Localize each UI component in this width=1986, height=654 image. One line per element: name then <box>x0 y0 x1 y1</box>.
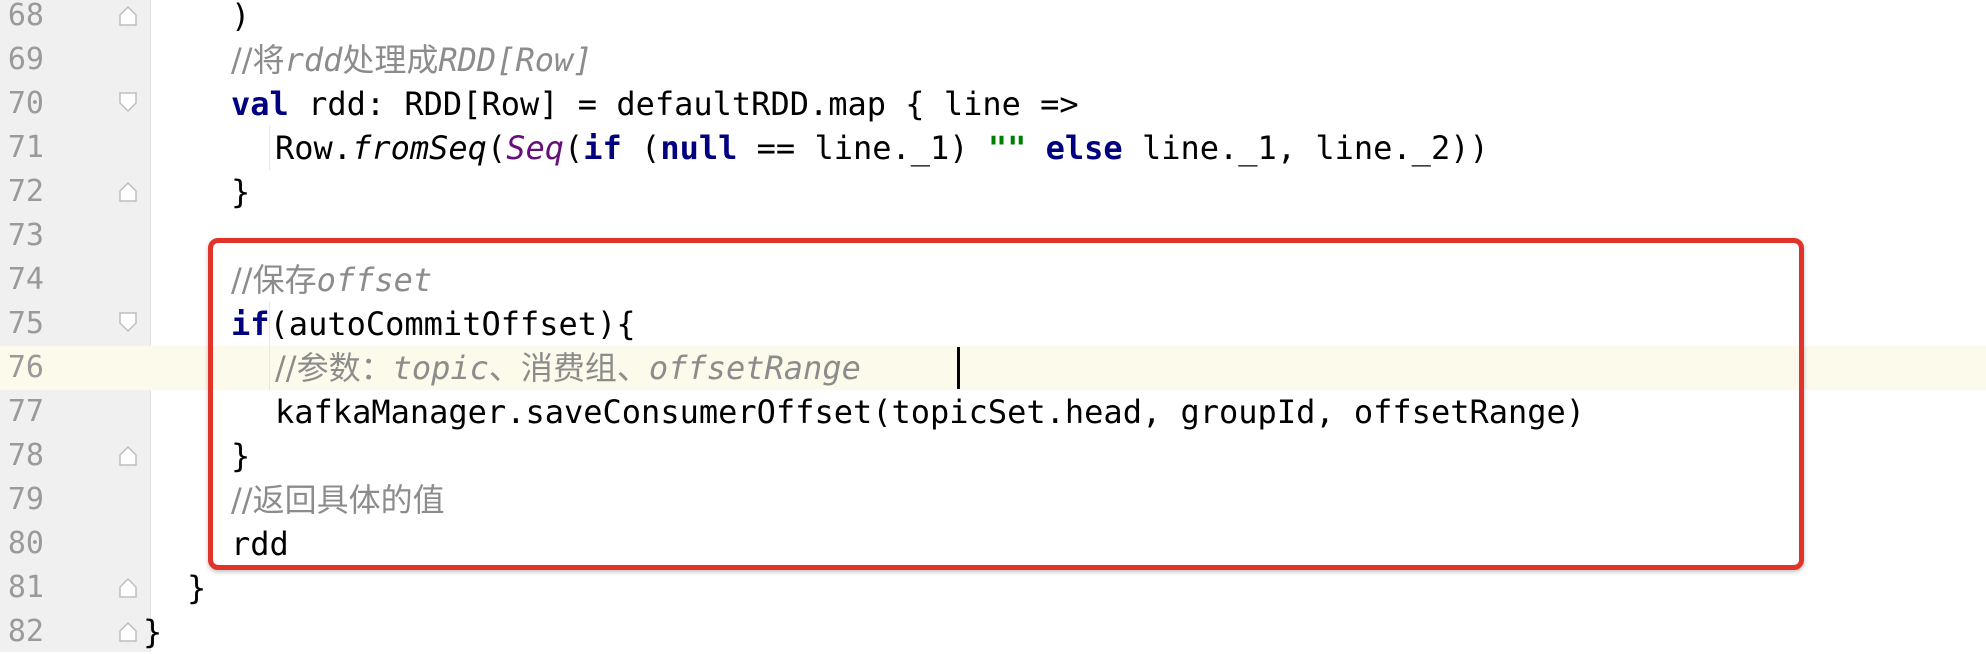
code-token: else <box>1045 129 1123 167</box>
code-line[interactable]: 68) <box>0 0 1986 38</box>
code-token: Seq <box>506 129 564 167</box>
indent-guide <box>269 126 270 170</box>
code-token: //将 <box>231 41 285 79</box>
code-token: Row. <box>275 129 353 167</box>
fold-start-icon[interactable] <box>118 89 138 117</box>
red-highlight-box <box>208 238 1804 570</box>
code-text[interactable]: } <box>187 566 206 610</box>
line-number: 71 <box>7 130 44 165</box>
line-number: 69 <box>7 42 44 77</box>
text-caret <box>957 347 960 389</box>
fold-end-icon[interactable] <box>118 441 138 469</box>
code-token: == line._1) <box>737 129 988 167</box>
code-token: ( <box>563 129 584 167</box>
line-number: 77 <box>7 394 44 429</box>
code-line[interactable]: 82} <box>0 610 1986 654</box>
line-number: 80 <box>7 526 44 561</box>
fold-end-icon[interactable] <box>118 177 138 205</box>
fold-start-icon[interactable] <box>118 309 138 337</box>
code-token: ) <box>231 0 251 35</box>
code-line[interactable]: 69 //将rdd处理成RDD[Row] <box>0 38 1986 82</box>
code-token: RDD[Row] <box>438 41 593 79</box>
code-token: } <box>187 569 207 607</box>
code-token: ( <box>486 129 507 167</box>
fold-end-icon[interactable] <box>118 573 138 601</box>
code-line[interactable]: 72} <box>0 170 1986 214</box>
code-line[interactable]: 70 val rdd: RDD[Row] = defaultRDD.map { l… <box>0 82 1986 126</box>
line-number: 68 <box>7 0 44 33</box>
code-token: "" <box>987 129 1027 167</box>
code-token: val <box>231 85 289 123</box>
code-text[interactable]: } <box>231 170 250 214</box>
code-line[interactable]: 71 Row.fromSeq(Seq(if (null == line._1) "… <box>0 126 1986 170</box>
code-line[interactable]: 81} <box>0 566 1986 610</box>
code-text[interactable]: //将rdd处理成RDD[Row] <box>231 38 593 82</box>
code-token: line._1, line._2)) <box>1122 129 1489 167</box>
code-text[interactable]: Row.fromSeq(Seq(if (null == line._1) "" … <box>275 126 1489 170</box>
code-token: rdd <box>284 41 343 79</box>
code-token: ( <box>621 129 661 167</box>
code-token: 处理成 <box>342 41 439 79</box>
fold-end-icon[interactable] <box>118 617 138 645</box>
code-token: } <box>143 613 163 651</box>
line-number: 74 <box>7 262 44 297</box>
line-number: 70 <box>7 86 44 121</box>
line-number: 79 <box>7 482 44 517</box>
line-number: 76 <box>0 346 48 390</box>
line-number: 75 <box>7 306 44 341</box>
code-text[interactable]: } <box>143 610 162 654</box>
line-number: 73 <box>7 218 44 253</box>
code-token: } <box>231 173 251 211</box>
code-text[interactable]: val rdd: RDD[Row] = defaultRDD.map { lin… <box>231 82 1079 126</box>
line-number: 81 <box>7 570 44 605</box>
line-number: 82 <box>7 614 44 649</box>
fold-end-icon[interactable] <box>118 1 138 29</box>
code-token: fromSeq <box>352 129 487 167</box>
code-token: null <box>660 129 738 167</box>
line-number: 78 <box>7 438 44 473</box>
line-number: 72 <box>7 174 44 209</box>
code-text[interactable]: ) <box>231 0 250 38</box>
code-token: if <box>583 129 622 167</box>
code-token: rdd: RDD[Row] = defaultRDD.map { line => <box>288 85 1079 123</box>
